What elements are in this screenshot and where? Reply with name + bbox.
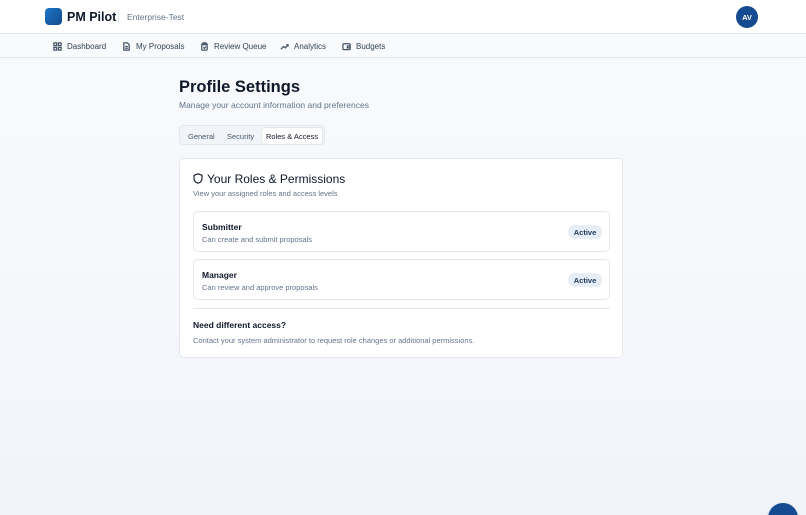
- roles-card-title: Your Roles & Permissions: [207, 172, 346, 186]
- nav-item-my-proposals[interactable]: My Proposals: [122, 34, 184, 58]
- nav-item-budgets[interactable]: Budgets: [342, 34, 385, 58]
- shield-icon: [193, 173, 203, 184]
- role-name: Manager: [202, 270, 237, 280]
- role-description: Can create and submit proposals: [202, 235, 313, 244]
- section-divider: [193, 308, 610, 309]
- nav-item-label: Analytics: [294, 41, 327, 51]
- tab-roles-access[interactable]: Roles & Access: [262, 128, 323, 144]
- wallet-icon: [342, 42, 351, 50]
- nav-item-label: Budgets: [356, 41, 386, 51]
- settings-tabs: General Security Roles & Access: [179, 125, 325, 145]
- app-name[interactable]: PM Pilot: [67, 10, 116, 24]
- top-header: PM Pilot Enterprise-Test AV: [0, 0, 806, 34]
- role-item-manager: Manager Can review and approve proposals…: [193, 259, 610, 300]
- app-logo[interactable]: [45, 8, 62, 25]
- nav-item-review-queue[interactable]: Review Queue: [200, 34, 266, 58]
- tab-general[interactable]: General: [184, 128, 219, 144]
- nav-item-label: My Proposals: [136, 41, 185, 51]
- access-help-text: Contact your system administrator to req…: [193, 336, 475, 345]
- access-help-title: Need different access?: [193, 320, 287, 330]
- nav-item-label: Review Queue: [214, 41, 267, 51]
- grid-icon: [53, 41, 62, 51]
- status-badge: Active: [568, 273, 602, 287]
- avatar[interactable]: AV: [736, 6, 758, 28]
- header-divider: [118, 10, 119, 24]
- workspace-name: Enterprise-Test: [127, 12, 185, 22]
- nav-item-label: Dashboard: [67, 41, 107, 51]
- main-nav: Dashboard My Proposals Review Queue Anal…: [0, 34, 806, 58]
- status-badge: Active: [568, 225, 602, 239]
- nav-item-analytics[interactable]: Analytics: [280, 34, 326, 58]
- roles-card-subtitle: View your assigned roles and access leve…: [193, 189, 338, 198]
- tab-security[interactable]: Security: [223, 128, 258, 144]
- page-title: Profile Settings: [179, 78, 301, 96]
- trend-icon: [280, 43, 289, 50]
- nav-item-dashboard[interactable]: Dashboard: [53, 34, 106, 58]
- role-item-submitter: Submitter Can create and submit proposal…: [193, 211, 610, 252]
- floating-action-button[interactable]: [768, 503, 798, 515]
- clipboard-icon: [201, 41, 208, 51]
- role-description: Can review and approve proposals: [202, 283, 318, 292]
- document-icon: [123, 41, 130, 51]
- role-name: Submitter: [202, 222, 242, 232]
- page-subtitle: Manage your account information and pref…: [179, 100, 369, 110]
